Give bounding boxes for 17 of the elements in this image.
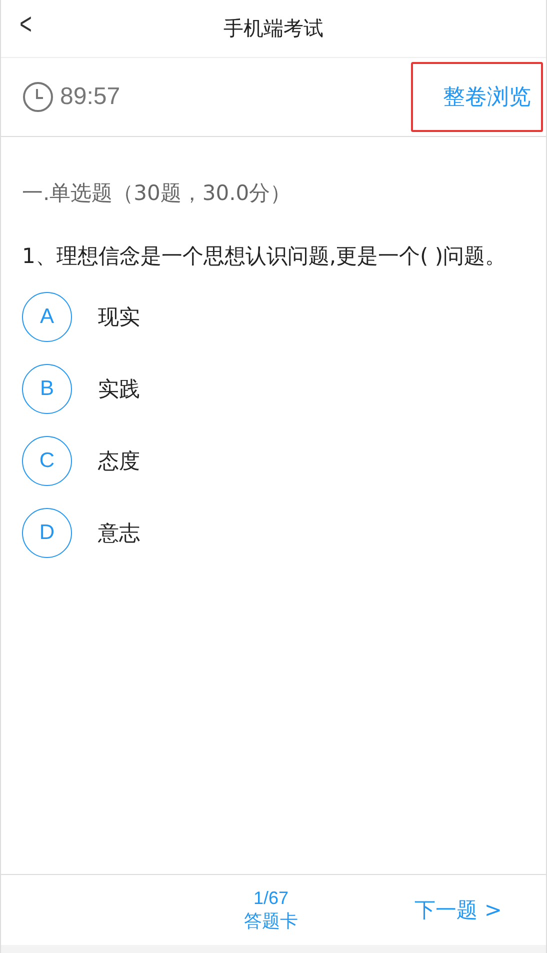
option-text[interactable]: 意志 bbox=[98, 519, 140, 547]
page-title: 手机端考试 bbox=[224, 15, 324, 42]
option-text[interactable]: 实践 bbox=[98, 375, 140, 403]
option-letter[interactable]: B bbox=[22, 364, 72, 414]
section-title: 一.单选题（30题，30.0分） bbox=[22, 180, 292, 207]
browse-all-button[interactable]: 整卷浏览 bbox=[411, 62, 543, 132]
timer: 89:57 bbox=[60, 83, 120, 111]
option-letter[interactable]: C bbox=[22, 436, 72, 486]
option-text[interactable]: 现实 bbox=[98, 303, 140, 331]
back-button[interactable]: < bbox=[20, 8, 32, 42]
next-question-button[interactable]: 下一题 > bbox=[414, 896, 502, 924]
option-text[interactable]: 态度 bbox=[98, 447, 140, 475]
question-text: 1、理想信念是一个思想认识问题,更是一个( )问题。 bbox=[22, 243, 507, 270]
option-letter[interactable]: D bbox=[22, 508, 72, 558]
option-letter[interactable]: A bbox=[22, 292, 72, 342]
clock-icon bbox=[22, 81, 54, 113]
answer-card-link[interactable]: 答题卡 bbox=[244, 908, 298, 932]
